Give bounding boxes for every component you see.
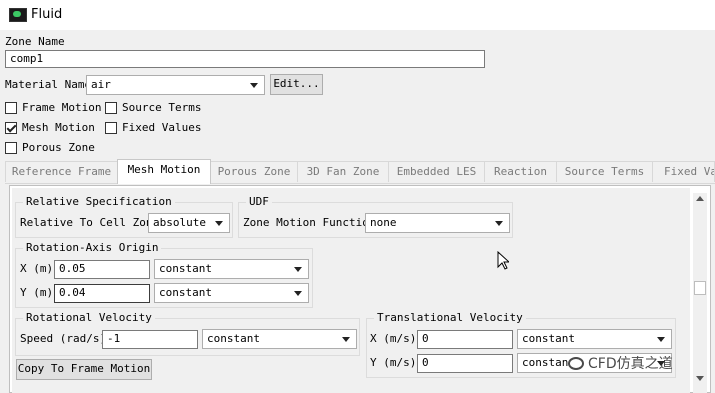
mouse-cursor-icon xyxy=(497,251,509,270)
translational-x-label: X (m/s) xyxy=(370,332,417,345)
fixed-values-checkbox[interactable] xyxy=(105,122,117,134)
speed-method-value: constant xyxy=(207,332,260,345)
tab-strip-line xyxy=(5,183,715,184)
chevron-down-icon xyxy=(294,267,302,272)
translational-y-label: Y (m/s) xyxy=(370,356,417,369)
tab-fixed-values[interactable]: Fixed Val xyxy=(652,161,715,182)
tab-3d-fan-zone[interactable]: 3D Fan Zone xyxy=(297,161,389,182)
origin-x-method-value: constant xyxy=(159,262,212,275)
porous-zone-checkbox[interactable] xyxy=(5,142,17,154)
title-bar: Fluid xyxy=(0,0,715,30)
origin-y-method-value: constant xyxy=(159,286,212,299)
wechat-icon xyxy=(568,357,584,370)
source-terms-label: Source Terms xyxy=(122,101,202,114)
tab-mesh-motion[interactable]: Mesh Motion xyxy=(117,159,211,184)
speed-method-dropdown[interactable]: constant xyxy=(202,329,357,349)
translational-velocity-title: Translational Velocity xyxy=(374,311,526,325)
zone-name-input[interactable]: comp1 xyxy=(5,50,485,68)
speed-input[interactable]: -1 xyxy=(102,330,198,349)
udf-title: UDF xyxy=(246,195,272,209)
tab-reference-frame[interactable]: Reference Frame xyxy=(5,161,118,182)
copy-to-frame-motion-button[interactable]: Copy To Frame Motion xyxy=(16,359,152,380)
chevron-down-icon xyxy=(294,291,302,296)
vertical-scrollbar[interactable] xyxy=(693,193,707,393)
chevron-down-icon xyxy=(215,221,223,226)
watermark: CFD仿真之道 xyxy=(568,353,673,373)
frame-motion-label: Frame Motion xyxy=(22,101,102,114)
zone-motion-function-label: Zone Motion Function xyxy=(243,216,376,229)
frame-motion-checkbox[interactable] xyxy=(5,102,17,114)
relative-to-cell-zone-dropdown[interactable]: absolute xyxy=(148,213,230,233)
origin-y-label: Y (m) xyxy=(20,286,54,299)
edit-material-button[interactable]: Edit... xyxy=(270,74,323,95)
origin-x-method-dropdown[interactable]: constant xyxy=(154,259,309,279)
source-terms-checkbox[interactable] xyxy=(105,102,117,114)
chevron-down-icon xyxy=(250,83,258,88)
material-name-value: air xyxy=(91,78,111,91)
chevron-down-icon xyxy=(657,337,665,342)
origin-x-label: X (m) xyxy=(20,262,54,275)
relative-to-cell-zone-label: Relative To Cell Zone xyxy=(20,216,160,229)
origin-y-input[interactable]: 0.04 xyxy=(54,284,150,303)
translational-x-method-value: constant xyxy=(522,332,575,345)
speed-label: Speed (rad/s) xyxy=(20,332,107,345)
zone-motion-function-dropdown[interactable]: none xyxy=(365,213,510,233)
relative-specification-title: Relative Specification xyxy=(23,195,175,209)
translational-y-input[interactable]: 0 xyxy=(417,354,513,373)
translational-y-method-value: constan xyxy=(522,356,569,369)
rotational-velocity-title: Rotational Velocity xyxy=(23,311,155,325)
material-name-label: Material Name xyxy=(5,78,92,91)
fluent-app-icon xyxy=(9,8,27,22)
porous-zone-label: Porous Zone xyxy=(22,141,95,154)
zone-motion-function-value: none xyxy=(370,216,397,229)
origin-y-method-dropdown[interactable]: constant xyxy=(154,283,309,303)
chevron-down-icon xyxy=(495,221,503,226)
chevron-down-icon xyxy=(342,337,350,342)
zone-name-label: Zone Name xyxy=(5,35,65,48)
mesh-motion-checkbox[interactable] xyxy=(5,122,17,134)
tab-embedded-les[interactable]: Embedded LES xyxy=(388,161,485,182)
tab-source-terms[interactable]: Source Terms xyxy=(556,161,653,182)
material-name-dropdown[interactable]: air xyxy=(86,75,265,95)
translational-x-input[interactable]: 0 xyxy=(417,330,513,349)
window-title: Fluid xyxy=(31,7,63,22)
tab-reaction[interactable]: Reaction xyxy=(484,161,557,182)
watermark-text: CFD仿真之道 xyxy=(588,356,673,372)
rotation-axis-origin-title: Rotation-Axis Origin xyxy=(23,241,162,255)
origin-x-input[interactable]: 0.05 xyxy=(54,260,150,279)
scroll-up-icon[interactable] xyxy=(696,196,704,201)
scroll-thumb[interactable] xyxy=(694,281,706,295)
mesh-motion-label: Mesh Motion xyxy=(22,121,95,134)
translational-x-method-dropdown[interactable]: constant xyxy=(517,329,672,349)
fixed-values-label: Fixed Values xyxy=(122,121,202,134)
scroll-down-icon[interactable] xyxy=(696,376,704,381)
relative-to-cell-zone-value: absolute xyxy=(153,216,206,229)
tab-porous-zone[interactable]: Porous Zone xyxy=(210,161,298,182)
